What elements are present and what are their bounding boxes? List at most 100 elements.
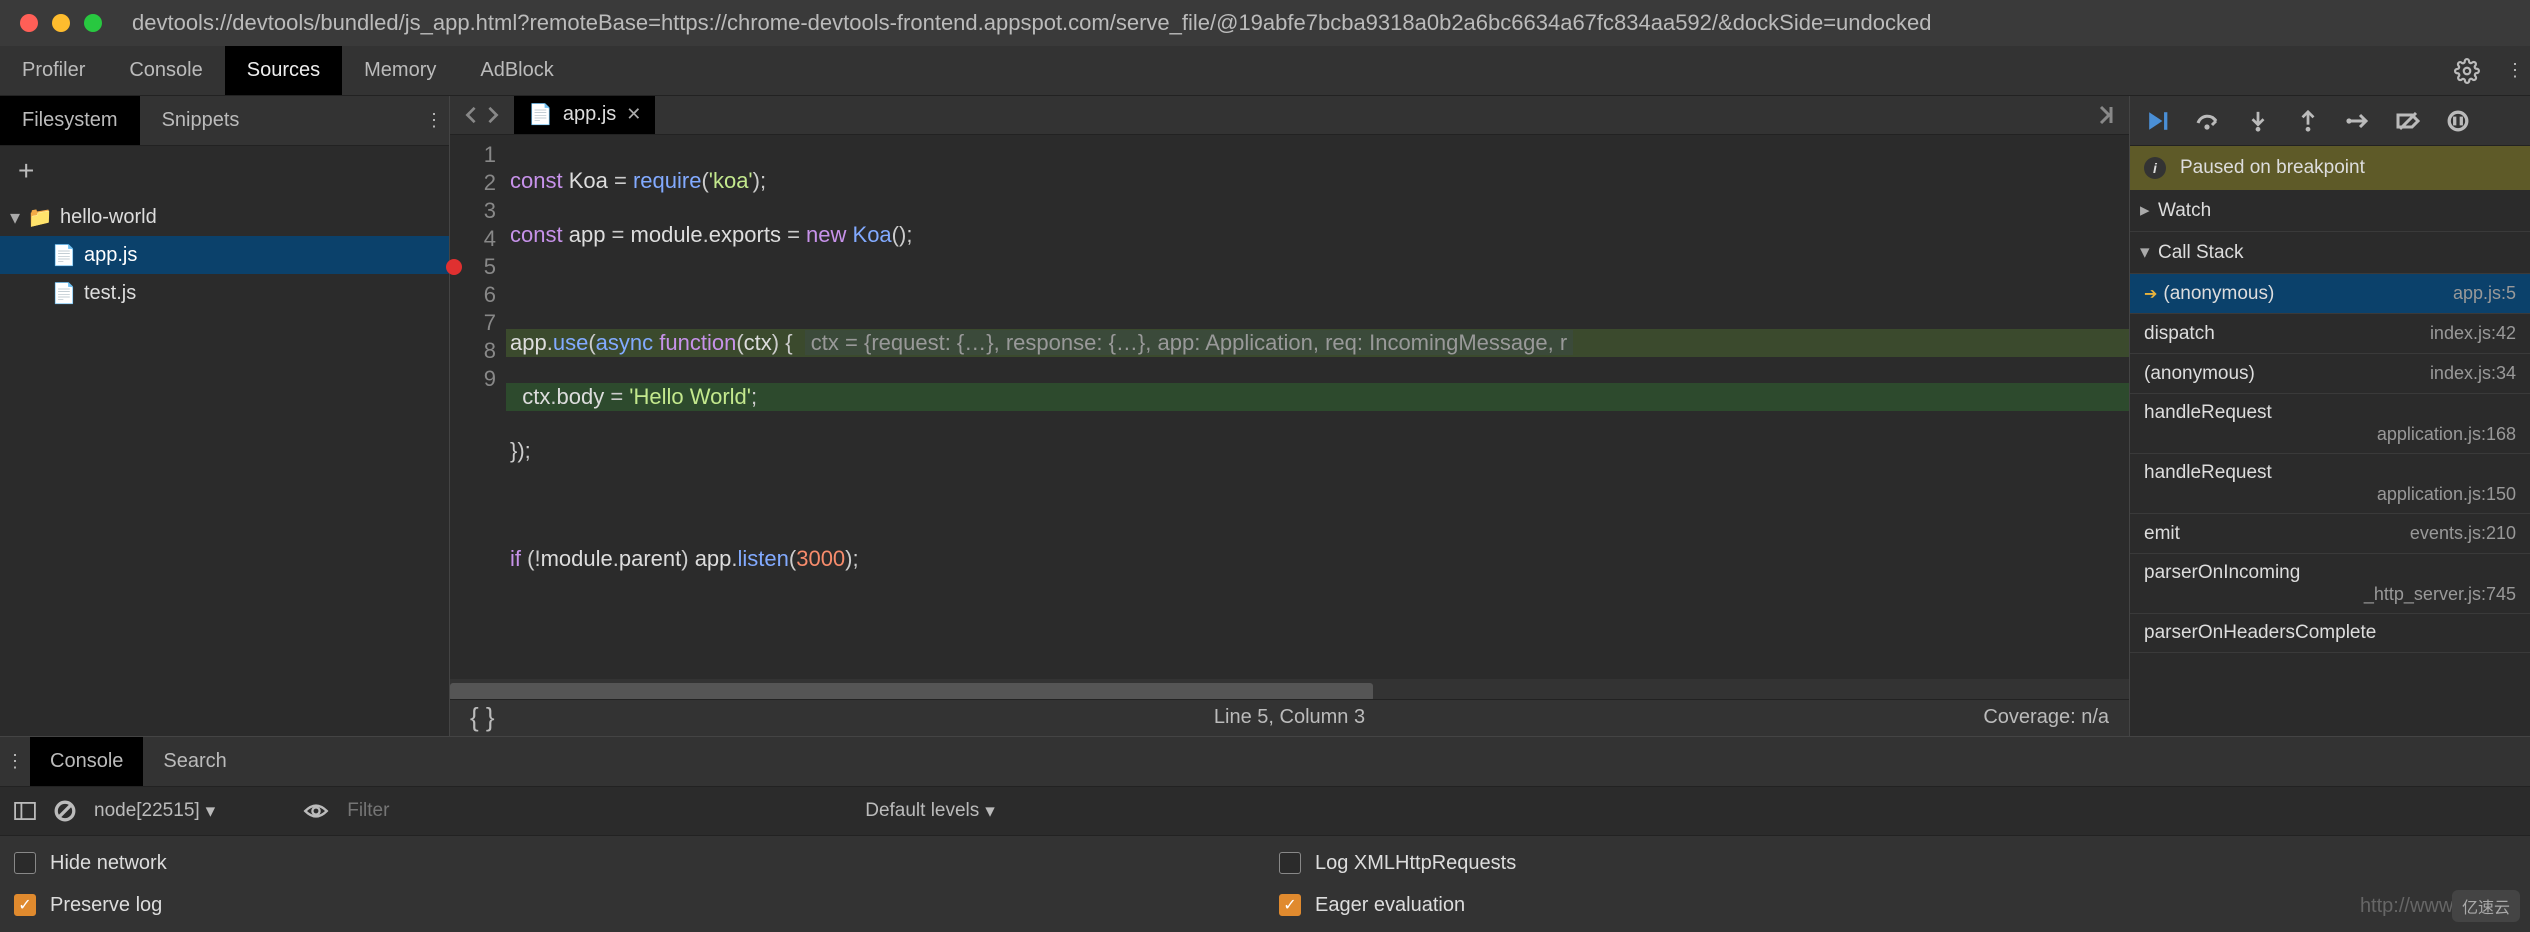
- file-icon: 📄: [52, 243, 76, 268]
- tab-profiler[interactable]: Profiler: [0, 46, 107, 95]
- filter-input[interactable]: [347, 800, 847, 822]
- add-folder-icon[interactable]: +: [18, 155, 34, 187]
- navigator-sidebar: Filesystem Snippets ⋮ + ▾ 📁 hello-world …: [0, 96, 450, 736]
- show-navigator-icon[interactable]: [2081, 96, 2129, 134]
- watch-label: Watch: [2158, 200, 2211, 222]
- sidebar-tab-snippets[interactable]: Snippets: [140, 96, 262, 145]
- editor-tab-appjs[interactable]: 📄 app.js ✕: [514, 96, 655, 134]
- close-window-button[interactable]: [20, 14, 38, 32]
- settings-icon[interactable]: [2434, 46, 2500, 95]
- drawer-tab-console[interactable]: Console: [30, 737, 143, 786]
- eager-eval-option[interactable]: ✓ Eager evaluation: [1279, 884, 2516, 926]
- address-text: devtools://devtools/bundled/js_app.html?…: [132, 10, 1931, 36]
- editor-pane: 📄 app.js ✕ 1 2 3 4 5 6 7 8: [450, 96, 2130, 736]
- frame-name: parserOnHeadersComplete: [2144, 622, 2516, 644]
- chevron-down-icon: ▾: [2140, 241, 2158, 264]
- stack-frame[interactable]: handleRequest application.js:168: [2130, 394, 2530, 454]
- stack-frame[interactable]: parserOnIncoming _http_server.js:745: [2130, 554, 2530, 614]
- callstack-label: Call Stack: [2158, 242, 2244, 264]
- sidebar-more-icon[interactable]: ⋮: [419, 96, 449, 145]
- hide-network-option[interactable]: Hide network: [14, 842, 1251, 884]
- horizontal-scrollbar[interactable]: [450, 679, 2129, 699]
- sidebar-tab-filesystem[interactable]: Filesystem: [0, 96, 140, 145]
- chevron-down-icon: ▾: [985, 800, 995, 823]
- frame-location: events.js:210: [2410, 523, 2516, 544]
- breakpoint-marker[interactable]: 5: [450, 253, 506, 281]
- tab-console[interactable]: Console: [107, 46, 224, 95]
- nav-fwd-icon[interactable]: [484, 106, 502, 124]
- file-label: app.js: [84, 244, 137, 267]
- editor-statusbar: { } Line 5, Column 3 Coverage: n/a: [450, 699, 2129, 736]
- clear-console-icon[interactable]: [54, 800, 76, 822]
- frame-location: _http_server.js:745: [2144, 584, 2516, 605]
- toggle-sidebar-icon[interactable]: [14, 802, 36, 820]
- frame-location: app.js:5: [2453, 283, 2516, 304]
- tab-sources[interactable]: Sources: [225, 46, 342, 95]
- close-icon[interactable]: ✕: [626, 104, 641, 125]
- tab-memory[interactable]: Memory: [342, 46, 458, 95]
- frame-name: handleRequest: [2144, 462, 2516, 484]
- drawer-tab-search[interactable]: Search: [143, 737, 246, 786]
- log-xhr-option[interactable]: Log XMLHttpRequests: [1279, 842, 2516, 884]
- editor-tab-label: app.js: [563, 103, 616, 126]
- deactivate-breakpoints-icon[interactable]: [2394, 107, 2422, 135]
- file-row-testjs[interactable]: 📄 test.js: [0, 274, 449, 312]
- frame-location: index.js:34: [2430, 363, 2516, 384]
- paused-message: Paused on breakpoint: [2180, 157, 2365, 179]
- context-selector[interactable]: node[22515] ▾: [94, 800, 285, 823]
- pause-exceptions-icon[interactable]: [2444, 107, 2472, 135]
- context-label: node[22515]: [94, 800, 200, 822]
- folder-icon: 📁: [28, 205, 52, 230]
- callstack-section-header[interactable]: ▾ Call Stack: [2130, 232, 2530, 274]
- maximize-window-button[interactable]: [84, 14, 102, 32]
- chevron-right-icon: ▸: [2140, 199, 2158, 222]
- nav-back-icon[interactable]: [462, 106, 480, 124]
- frame-name: (anonymous): [2144, 363, 2255, 385]
- panel-tabs: Profiler Console Sources Memory AdBlock …: [0, 46, 2530, 96]
- pretty-print-icon[interactable]: { }: [470, 702, 495, 733]
- stack-frame[interactable]: dispatch index.js:42: [2130, 314, 2530, 354]
- more-menu-icon[interactable]: ⋮: [2500, 46, 2530, 95]
- frame-location: application.js:168: [2144, 424, 2516, 445]
- file-label: test.js: [84, 282, 136, 305]
- step-over-icon[interactable]: [2194, 107, 2222, 135]
- frame-name: emit: [2144, 523, 2180, 545]
- checkbox-icon[interactable]: ✓: [14, 894, 36, 916]
- code-content[interactable]: const Koa = require('koa'); const app = …: [506, 135, 2129, 679]
- code-editor[interactable]: 1 2 3 4 5 6 7 8 9 const Koa = require('k…: [450, 135, 2129, 679]
- folder-row[interactable]: ▾ 📁 hello-world: [0, 198, 449, 236]
- info-icon: i: [2144, 157, 2166, 179]
- stack-frame[interactable]: ➔ (anonymous) app.js:5: [2130, 274, 2530, 314]
- log-levels-selector[interactable]: Default levels ▾: [865, 800, 995, 823]
- live-expression-icon[interactable]: [303, 802, 329, 820]
- coverage-status: Coverage: n/a: [1983, 706, 2109, 729]
- stack-frame[interactable]: parserOnHeadersComplete: [2130, 614, 2530, 653]
- file-row-appjs[interactable]: 📄 app.js: [0, 236, 449, 274]
- watch-section-header[interactable]: ▸ Watch: [2130, 190, 2530, 232]
- file-icon: 📄: [528, 102, 553, 127]
- frame-location: application.js:150: [2144, 484, 2516, 505]
- file-icon: 📄: [52, 281, 76, 306]
- step-out-icon[interactable]: [2294, 107, 2322, 135]
- drawer-menu-icon[interactable]: ⋮: [0, 737, 30, 786]
- checkbox-icon[interactable]: [1279, 852, 1301, 874]
- minimize-window-button[interactable]: [52, 14, 70, 32]
- chevron-down-icon: ▾: [206, 800, 216, 823]
- stack-frame[interactable]: (anonymous) index.js:34: [2130, 354, 2530, 394]
- frame-name: (anonymous): [2163, 283, 2274, 304]
- step-into-icon[interactable]: [2244, 107, 2272, 135]
- tab-adblock[interactable]: AdBlock: [458, 46, 575, 95]
- checkbox-icon[interactable]: ✓: [1279, 894, 1301, 916]
- resume-icon[interactable]: [2144, 107, 2172, 135]
- line-gutter[interactable]: 1 2 3 4 5 6 7 8 9: [450, 135, 506, 679]
- checkbox-icon[interactable]: [14, 852, 36, 874]
- debugger-pane: i Paused on breakpoint ▸ Watch ▾ Call St…: [2130, 96, 2530, 736]
- stack-frame[interactable]: handleRequest application.js:150: [2130, 454, 2530, 514]
- paused-banner: i Paused on breakpoint: [2130, 146, 2530, 190]
- step-icon[interactable]: [2344, 107, 2372, 135]
- stack-frame[interactable]: emit events.js:210: [2130, 514, 2530, 554]
- preserve-log-option[interactable]: ✓ Preserve log: [14, 884, 1251, 926]
- frame-location: index.js:42: [2430, 323, 2516, 344]
- current-frame-icon: ➔: [2144, 286, 2157, 303]
- option-label: Log XMLHttpRequests: [1315, 852, 1516, 875]
